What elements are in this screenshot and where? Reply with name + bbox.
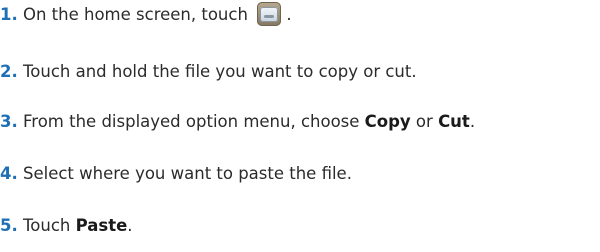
- step-text-middle: or: [410, 112, 439, 131]
- cut-option-label: Cut: [438, 112, 470, 131]
- step-4: 4. Select where you want to paste the fi…: [0, 163, 352, 185]
- step-text: Touch: [17, 216, 76, 235]
- step-5: 5. Touch Paste.: [0, 215, 133, 237]
- step-text: On the home screen, touch: [17, 5, 254, 24]
- step-1: 1. On the home screen, touch .: [0, 2, 292, 26]
- step-number: 4.: [0, 164, 18, 183]
- step-number: 3.: [0, 112, 18, 131]
- step-number: 2.: [0, 62, 18, 81]
- step-text: Select where you want to paste the file.: [17, 164, 352, 183]
- step-3: 3. From the displayed option menu, choos…: [0, 111, 475, 133]
- step-number: 1.: [0, 5, 18, 24]
- paste-option-label: Paste: [75, 216, 128, 235]
- step-number: 5.: [0, 216, 18, 235]
- step-text-end: .: [469, 112, 476, 131]
- step-2: 2. Touch and hold the file you want to c…: [0, 61, 417, 83]
- step-text: From the displayed option menu, choose: [17, 112, 365, 131]
- step-text-end: .: [127, 216, 133, 235]
- copy-option-label: Copy: [364, 112, 411, 131]
- step-text: Touch and hold the file you want to copy…: [17, 62, 417, 81]
- file-manager-icon: [257, 2, 282, 26]
- step-text-end: .: [281, 5, 292, 24]
